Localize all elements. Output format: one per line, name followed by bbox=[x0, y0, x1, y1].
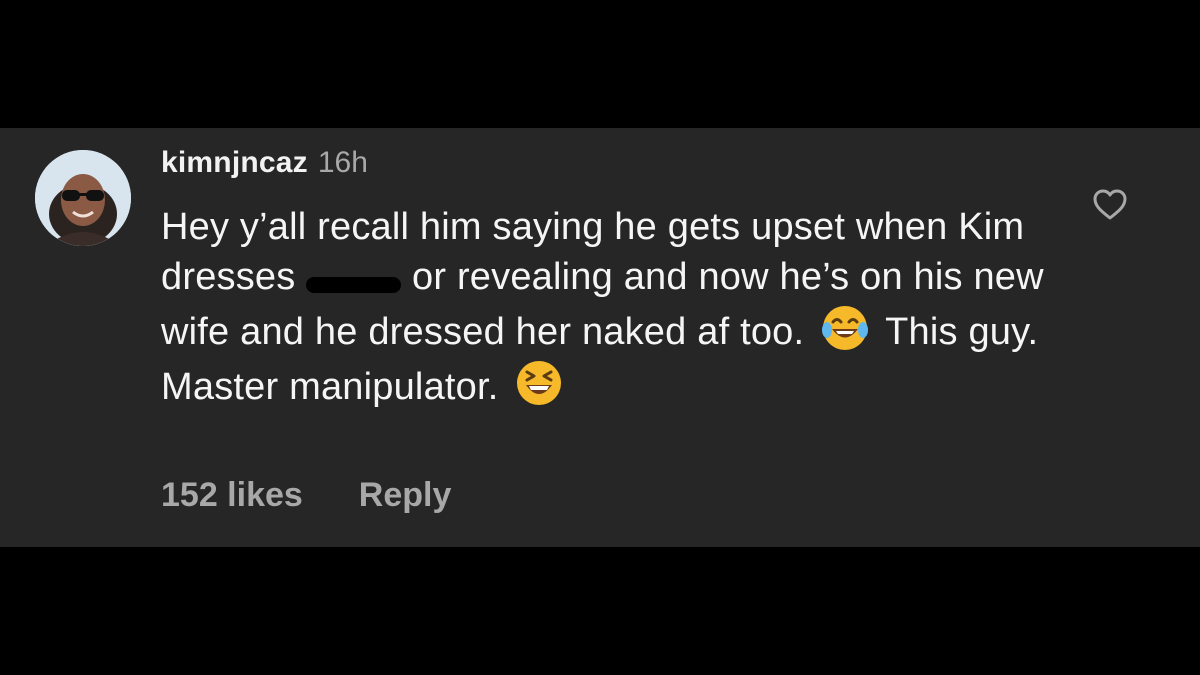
face-with-tears-of-joy-emoji bbox=[819, 302, 871, 354]
timestamp: 16h bbox=[317, 146, 368, 179]
reply-button[interactable]: Reply bbox=[359, 476, 452, 515]
screenshot-frame: kimnjncaz 16h Hey y’all recall him sayin… bbox=[0, 0, 1200, 675]
comment-header: kimnjncaz 16h bbox=[161, 146, 1061, 188]
comment-panel: kimnjncaz 16h Hey y’all recall him sayin… bbox=[0, 128, 1200, 547]
grinning-squinting-face-emoji bbox=[513, 357, 565, 409]
comment-meta: 152 likes Reply bbox=[161, 476, 451, 515]
comment-text: Hey y’all recall him saying he gets upse… bbox=[161, 202, 1061, 412]
username[interactable]: kimnjncaz bbox=[161, 146, 308, 180]
comment-body: kimnjncaz 16h Hey y’all recall him sayin… bbox=[161, 146, 1061, 412]
avatar[interactable] bbox=[35, 150, 131, 246]
likes-count[interactable]: 152 likes bbox=[161, 476, 303, 515]
heart-outline-icon[interactable] bbox=[1091, 186, 1129, 224]
redaction-mark bbox=[306, 261, 402, 297]
